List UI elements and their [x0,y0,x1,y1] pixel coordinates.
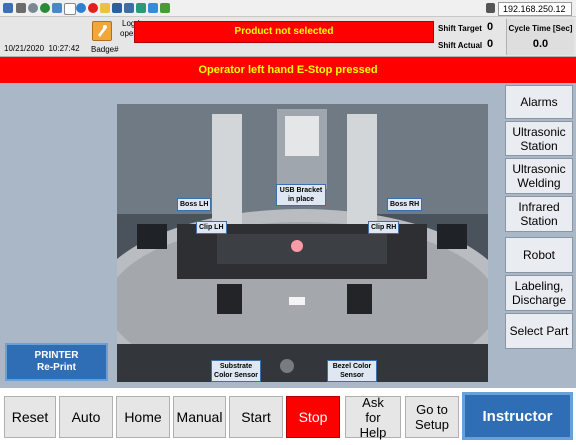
robot-button[interactable]: Robot [505,237,573,273]
cycle-time-panel: Cycle Time [Sec] 0.0 [506,19,574,55]
label-usb-bracket: USB Bracket in place [276,184,326,206]
infrared-station-button[interactable]: Infrared Station [505,196,573,232]
datetime-label: 10/21/2020 10:27:42 [4,44,80,53]
folder-icon[interactable] [100,3,110,13]
shift-target-label: Shift Target [438,24,482,33]
labeling-discharge-button[interactable]: Labeling, Discharge [505,275,573,311]
reprint-label: Re-Print [37,362,76,373]
station-image [117,104,488,382]
camera-icon[interactable] [124,3,134,13]
ultrasonic-welding-button[interactable]: Ultrasonic Welding [505,158,573,194]
app-icon-1[interactable] [3,3,13,13]
label-boss-rh: Boss RH [387,198,423,211]
info-icon[interactable] [76,3,86,13]
go-to-setup-button[interactable]: Go to Setup [405,396,459,438]
product-alert: Product not selected [134,21,434,43]
shift-actual-label: Shift Actual [438,41,483,50]
label-clip-rh: Clip RH [368,221,400,234]
select-part-button[interactable]: Select Part [505,313,573,349]
label-clip-lh: Clip LH [196,221,227,234]
shift-target-value: 0 [487,21,494,33]
app-icon-2[interactable] [16,3,26,13]
app-icon-3[interactable] [136,3,146,13]
station-camera-view: Boss LH USB Bracket in place Boss RH Cli… [117,104,488,382]
shift-actual-value: 0 [487,38,494,50]
network-icon [486,3,495,13]
label-boss-lh: Boss LH [177,198,212,211]
terminal-icon[interactable] [160,3,170,13]
badge-icon[interactable] [92,21,112,41]
ultrasonic-station-button[interactable]: Ultrasonic Station [505,121,573,156]
stop-button[interactable]: Stop [286,396,340,438]
ask-for-help-button[interactable]: Ask for Help [345,395,401,440]
ip-address-field[interactable]: 192.168.250.12 [498,2,572,16]
stop-icon[interactable] [88,3,98,13]
start-button[interactable]: Start [229,396,283,438]
reset-button[interactable]: Reset [4,396,56,438]
label-bezel-sensor: Bezel Color Sensor [327,360,377,382]
window-icon[interactable] [52,3,62,13]
printer-label: PRINTER [34,350,79,361]
home-button[interactable]: Home [116,396,170,438]
auto-button[interactable]: Auto [59,396,113,438]
cycle-time-value: 0.0 [532,38,549,50]
cycle-time-label: Cycle Time [Sec] [508,24,573,33]
label-substrate-sensor: Substrate Color Sensor [211,360,261,382]
manual-button[interactable]: Manual [173,396,226,438]
refresh-icon[interactable] [40,3,50,13]
alarms-button[interactable]: Alarms [505,85,573,119]
gear-icon[interactable] [28,3,38,13]
document-icon[interactable] [64,3,76,15]
instructor-button[interactable]: Instructor [462,392,573,440]
badge-label: Badge# [91,45,119,54]
printer-reprint-button[interactable]: PRINTER Re-Print [5,343,108,381]
app-icon-4[interactable] [148,3,158,13]
estop-banner: Operator left hand E-Stop pressed [0,57,576,83]
monitor-icon[interactable] [112,3,122,13]
